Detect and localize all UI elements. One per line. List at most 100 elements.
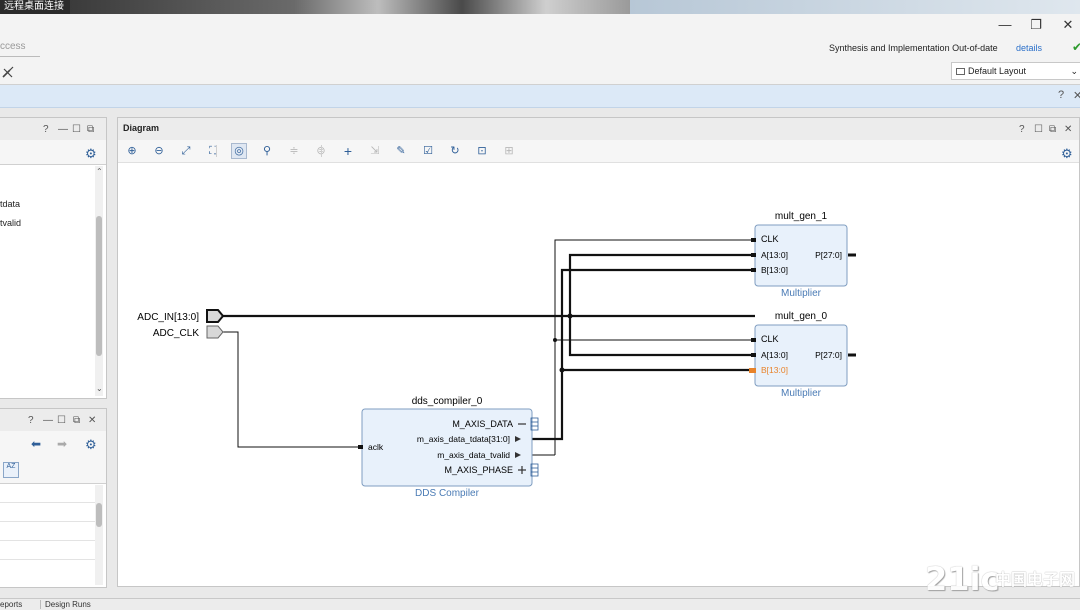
window-title: 远程桌面连接: [4, 1, 64, 12]
pin-label: M_AXIS_PHASE: [444, 465, 513, 475]
watermark-text: 中国电子网: [995, 572, 1076, 589]
close-button[interactable]: ✕: [1053, 14, 1080, 36]
pin: [751, 268, 756, 272]
float-icon[interactable]: ⧉: [87, 124, 94, 135]
wire-clk-dds: [222, 331, 362, 448]
block-dds-compiler-0[interactable]: dds_compiler_0 aclk M_AXIS_DATA m_axis_d…: [358, 396, 539, 499]
pin-label: CLK: [761, 334, 779, 344]
quick-access-underline: [0, 56, 40, 57]
watermark-logo: 21ic: [925, 560, 1000, 598]
block-name: mult_gen_1: [775, 211, 828, 222]
zoom-fit-icon[interactable]: ⤢: [178, 143, 194, 159]
optimize-icon[interactable]: ⊡: [474, 143, 490, 159]
main-toolbar: [0, 60, 1080, 85]
float-icon[interactable]: ⧉: [73, 415, 80, 426]
close-icon[interactable]: ✕: [88, 415, 96, 426]
scroll-thumb[interactable]: [96, 216, 102, 356]
pin-label: A[13:0]: [761, 350, 788, 360]
block-name: dds_compiler_0: [412, 396, 483, 407]
maximize-icon[interactable]: ☐: [72, 124, 81, 135]
block-type: DDS Compiler: [415, 488, 480, 499]
pin-label: P[27:0]: [815, 350, 842, 360]
port-adc-clk-label: ADC_CLK: [153, 328, 199, 339]
row-divider: [0, 521, 95, 522]
scroll-up-icon[interactable]: ⌃: [96, 167, 103, 176]
add-icon[interactable]: +: [340, 143, 356, 159]
layout-select[interactable]: Default Layout ⌄: [951, 62, 1080, 80]
port-adc-clk[interactable]: ADC_CLK: [153, 325, 224, 339]
title-bar: 远程桌面连接: [0, 0, 1080, 14]
help-icon[interactable]: ?: [28, 415, 34, 426]
gear-icon[interactable]: ⚙: [85, 437, 97, 453]
block-mult-gen-0[interactable]: mult_gen_0 CLK A[13:0] B[13:0] P[27:0] M…: [749, 311, 848, 399]
pin: [751, 338, 756, 342]
title-background-right: [630, 0, 1080, 14]
wire-clk-m1: [554, 239, 755, 455]
scroll-down-icon[interactable]: ⌄: [96, 384, 103, 393]
junction-dot: [567, 313, 573, 319]
fit-selection-icon[interactable]: ⛶: [205, 143, 221, 159]
left-panel-top-scrollbar[interactable]: [95, 166, 103, 396]
wrench-cross-icon[interactable]: [2, 66, 14, 78]
list-item[interactable]: tdata: [0, 199, 20, 209]
help-icon[interactable]: ?: [1058, 89, 1064, 101]
float-icon[interactable]: ⧉: [1049, 124, 1056, 135]
zoom-in-icon[interactable]: ⊕: [124, 143, 140, 159]
maximize-icon[interactable]: ☐: [1034, 124, 1043, 135]
debug-icon[interactable]: ⊞: [501, 143, 517, 159]
pin-label: CLK: [761, 234, 779, 244]
maximize-icon[interactable]: ☐: [57, 415, 66, 426]
search-icon[interactable]: ⚲: [259, 143, 275, 159]
window-control-bar: [0, 14, 1080, 36]
port-adc-in-label: ADC_IN[13:0]: [137, 312, 199, 323]
close-icon[interactable]: ✕: [1064, 124, 1072, 135]
connect-icon[interactable]: ⇲: [367, 143, 383, 159]
block-type: Multiplier: [781, 388, 822, 399]
block-type: Multiplier: [781, 288, 822, 299]
left-panel-bottom-scrollbar[interactable]: [95, 485, 103, 585]
close-icon[interactable]: ✕: [1073, 89, 1080, 102]
bottom-tab-bar: [0, 598, 1080, 610]
details-link[interactable]: details: [1016, 43, 1042, 53]
help-icon[interactable]: ?: [43, 124, 49, 135]
collapse-icon[interactable]: ≑: [286, 143, 302, 159]
validate-icon[interactable]: ☑: [420, 143, 436, 159]
minimize-icon[interactable]: —: [58, 124, 68, 135]
forward-icon[interactable]: ➡: [57, 437, 67, 451]
scroll-thumb[interactable]: [96, 503, 102, 527]
check-icon: ✔: [1072, 40, 1080, 54]
port-adc-in[interactable]: ADC_IN[13:0]: [137, 309, 225, 323]
pin-label: aclk: [368, 442, 384, 452]
gear-icon[interactable]: ⚙: [1061, 146, 1073, 162]
tab-design-runs[interactable]: Design Runs: [40, 600, 91, 609]
restore-button[interactable]: ❐: [1021, 14, 1051, 36]
pin-label: A[13:0]: [761, 250, 788, 260]
pin-highlighted: [749, 368, 756, 373]
regenerate-icon[interactable]: ↻: [447, 143, 463, 159]
minimize-button[interactable]: —: [990, 14, 1020, 36]
block-diagram-canvas[interactable]: ADC_IN[13:0] ADC_CLK mult_gen_1 CLK A[13…: [118, 163, 1078, 583]
tab-reports[interactable]: eports: [0, 600, 22, 609]
zoom-out-icon[interactable]: ⊖: [151, 143, 167, 159]
chevron-down-icon: ⌄: [1070, 66, 1078, 76]
toolbar-separator: [321, 145, 322, 157]
row-divider: [0, 559, 95, 560]
quick-access-search[interactable]: ccess: [0, 41, 26, 52]
block-mult-gen-1[interactable]: mult_gen_1 CLK A[13:0] B[13:0] P[27:0] M…: [751, 211, 848, 299]
wire-a1: [568, 253, 755, 316]
pin: [751, 238, 756, 242]
minimize-icon[interactable]: —: [43, 415, 53, 426]
block-name: mult_gen_0: [775, 311, 828, 322]
back-icon[interactable]: ⬅: [31, 437, 41, 451]
toolbar-separator: [216, 145, 217, 157]
pin-label: B[13:0]: [761, 265, 788, 275]
info-bar: [0, 85, 1080, 108]
auto-fit-icon[interactable]: ◎: [231, 143, 247, 159]
gear-icon[interactable]: ⚙: [85, 146, 97, 162]
sort-icon[interactable]: AZ: [3, 462, 19, 478]
diagram-title: Diagram: [123, 123, 160, 133]
title-background: [70, 0, 630, 14]
wrench-icon[interactable]: ✎: [393, 143, 409, 159]
help-icon[interactable]: ?: [1019, 124, 1025, 135]
list-item[interactable]: tvalid: [0, 218, 21, 228]
